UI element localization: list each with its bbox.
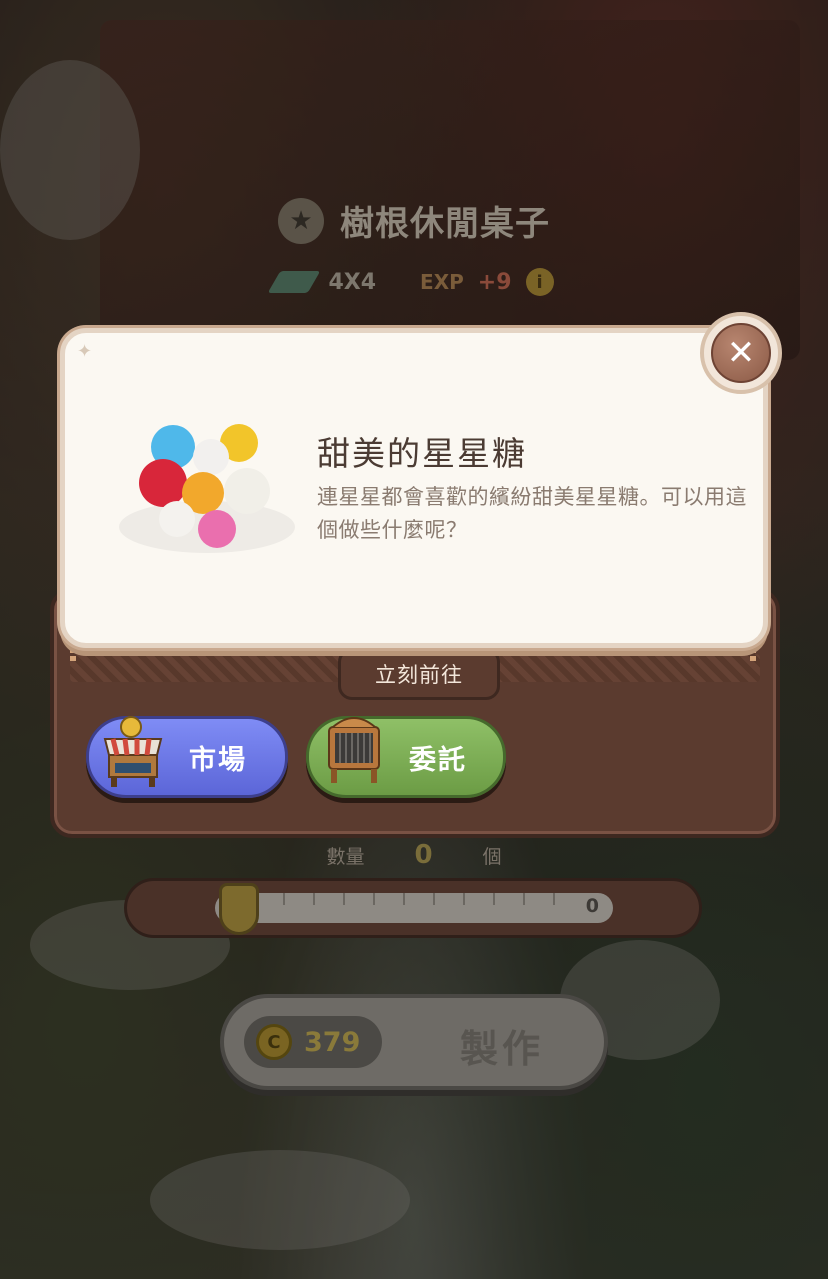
market-label: 市場 <box>189 744 247 776</box>
craft-button[interactable]: C 379 製作 <box>220 994 608 1090</box>
star-candy-icon <box>119 424 295 553</box>
close-icon: ✕ <box>711 323 771 383</box>
craft-cost: 379 <box>304 1026 361 1058</box>
quantity-value: 0 <box>414 840 433 870</box>
commission-button[interactable]: 委託 <box>306 716 506 798</box>
slider-ticks <box>223 893 563 905</box>
exp-value: +9 <box>477 269 512 295</box>
item-size: 4X4 <box>328 269 377 295</box>
sparkle-icon: ✦ <box>77 341 93 362</box>
go-now-tab: 立刻前往 <box>338 648 500 700</box>
star-icon: ★ <box>278 197 324 244</box>
quantity-label: 數量 <box>326 845 365 868</box>
commission-label: 委託 <box>409 744 467 776</box>
exp-label: EXP <box>420 270 464 294</box>
slider-thumb[interactable] <box>219 883 259 935</box>
quantity-row: 數量 0 個 <box>0 840 828 870</box>
item-name: 樹根休閒桌子 <box>340 204 550 244</box>
item-stats: 4X4 EXP +9 i <box>0 268 828 296</box>
popup-description: 連星星都會喜歡的繽紛甜美星星糖。可以用這個做些什麼呢？ <box>317 485 747 542</box>
close-button[interactable]: ✕ <box>700 312 782 394</box>
market-stall-icon <box>103 716 163 787</box>
craft-label: 製作 <box>459 1027 544 1071</box>
info-icon[interactable]: i <box>525 268 554 296</box>
popup-title: 甜美的星星糖 <box>317 434 527 473</box>
market-button[interactable]: 市場 <box>86 716 288 798</box>
coin-icon: C <box>256 1024 292 1060</box>
item-header: ★ 樹根休閒桌子 <box>0 196 828 245</box>
item-info-popup: ✦ 甜美的星星糖 連星星都會喜歡的繽紛甜美星星糖。可以用這個做些什麼呢？ <box>60 328 768 648</box>
snow-patch <box>150 1150 410 1250</box>
commission-board-icon <box>328 717 380 783</box>
slider-track[interactable]: 0 <box>215 893 613 923</box>
slider-value: 0 <box>585 895 599 917</box>
quantity-unit: 個 <box>482 845 502 868</box>
tile-size-icon <box>268 271 321 293</box>
quantity-slider[interactable]: 0 <box>124 878 702 938</box>
cost-pill: C 379 <box>244 1016 382 1068</box>
house-building <box>100 20 800 360</box>
